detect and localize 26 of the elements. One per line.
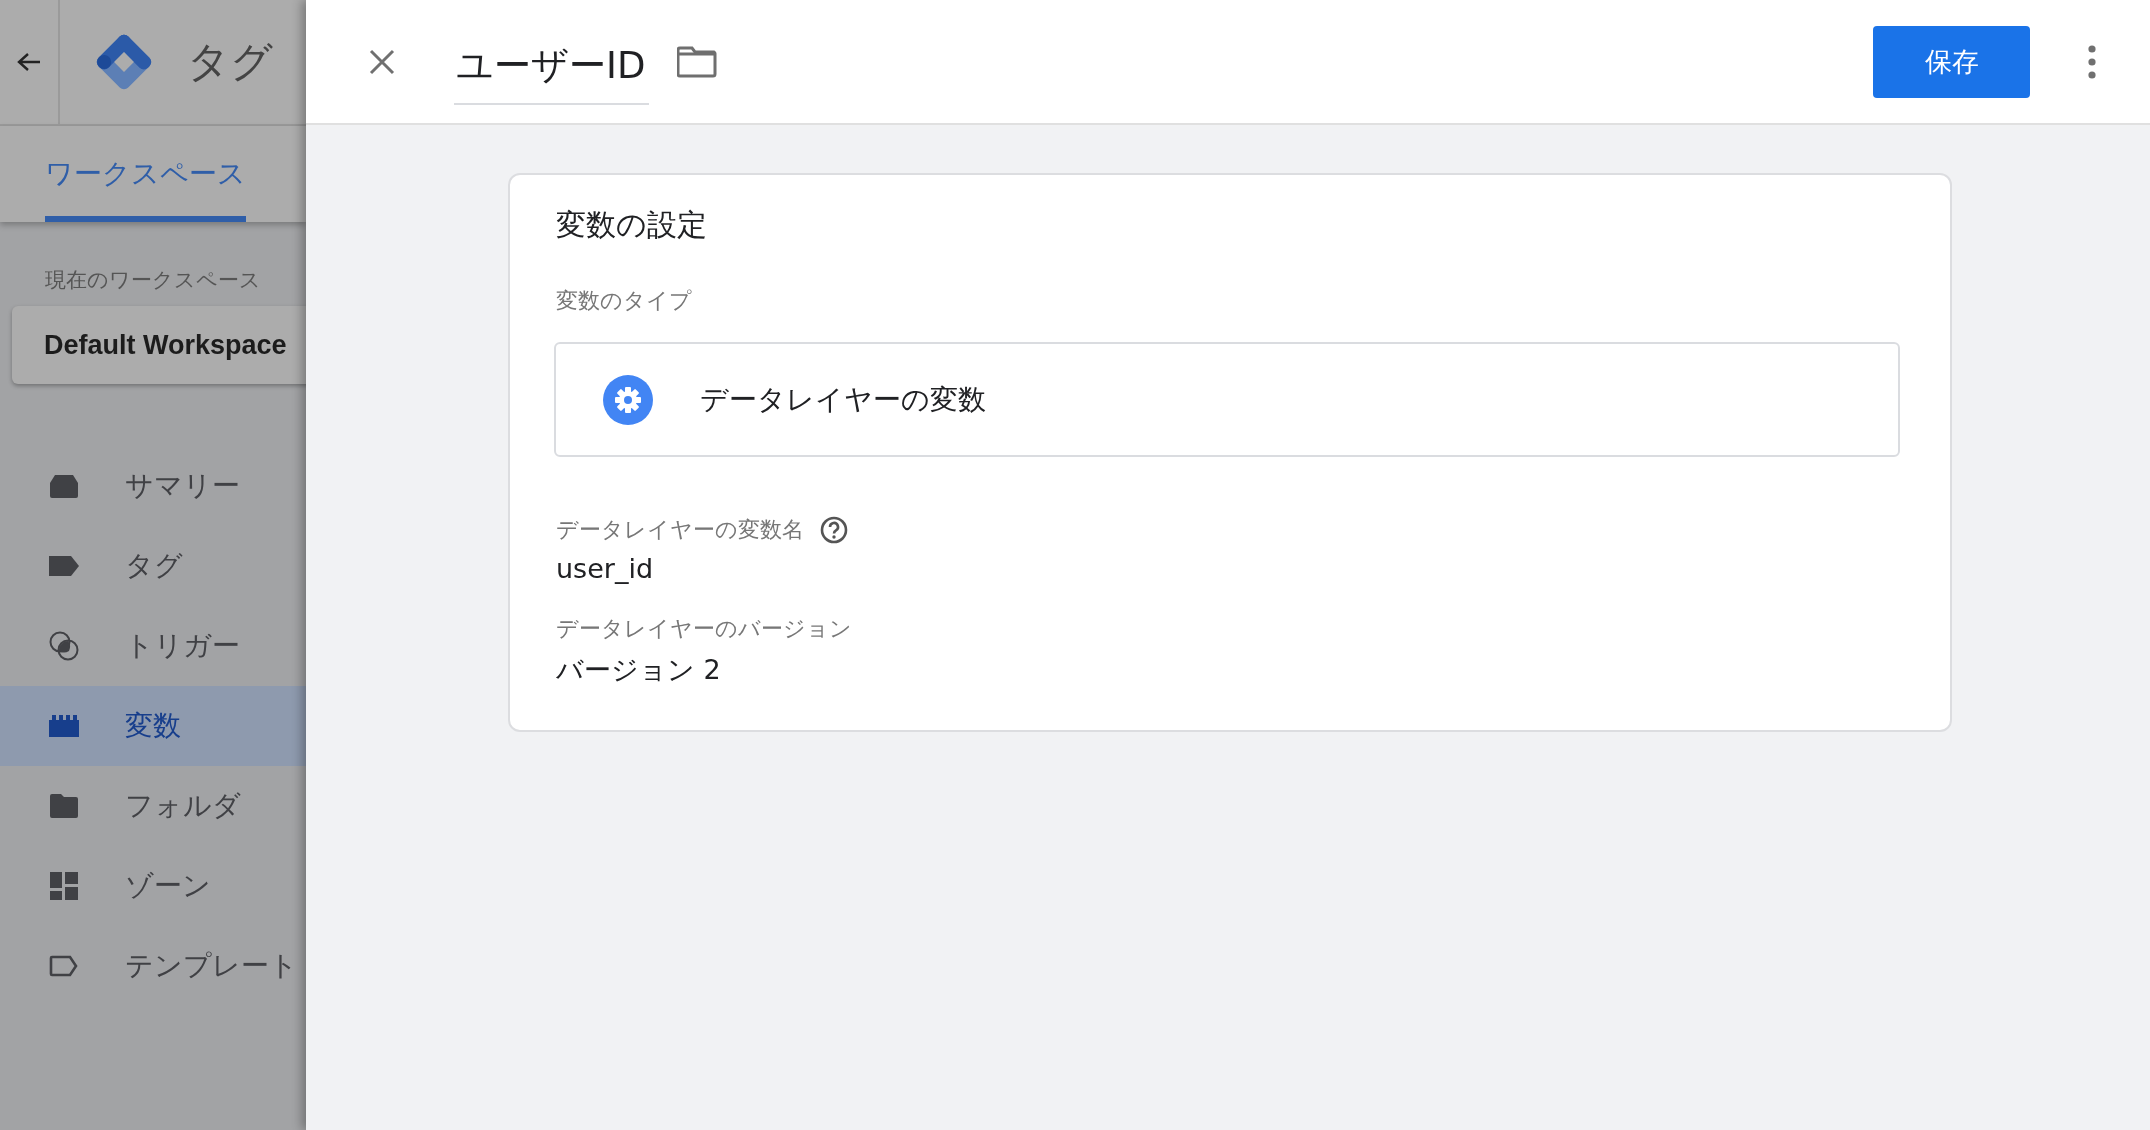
more-vert-icon	[2088, 44, 2096, 79]
nav-item[interactable]: サマリー	[0, 446, 306, 526]
field-value: user_id	[556, 553, 655, 584]
nav-item[interactable]: トリガー	[0, 606, 306, 686]
workspace-label: 現在のワークスペース	[45, 267, 262, 294]
workspace-selector[interactable]: Default Workspace	[12, 306, 306, 384]
help-icon[interactable]	[820, 516, 848, 544]
nav-item[interactable]: テンプレート	[0, 926, 306, 1006]
name-field[interactable]: ユーザーID	[454, 26, 650, 105]
nav-item[interactable]: フォルダ	[0, 766, 306, 846]
gear-icon	[603, 374, 653, 425]
nav-item[interactable]: 変数	[0, 686, 306, 766]
card-title: 変数の設定	[556, 206, 708, 244]
nav-item[interactable]: ゾーン	[0, 846, 306, 926]
folder-outline-icon	[677, 45, 718, 78]
app-title: タグ	[187, 36, 273, 88]
close-icon	[369, 48, 395, 75]
variable-type-selector[interactable]: データレイヤーの変数	[554, 342, 1900, 457]
save-button[interactable]: 保存	[1873, 25, 2030, 98]
field-label: 変数のタイプ	[556, 287, 693, 315]
field-value: バージョン 2	[556, 653, 722, 687]
field-label: データレイヤーの変数名	[556, 516, 804, 544]
nav-item[interactable]: タグ	[0, 526, 306, 606]
folder-button[interactable]	[677, 45, 718, 78]
field-label: データレイヤーのバージョン	[556, 615, 852, 643]
back-arrow-icon	[16, 51, 42, 73]
